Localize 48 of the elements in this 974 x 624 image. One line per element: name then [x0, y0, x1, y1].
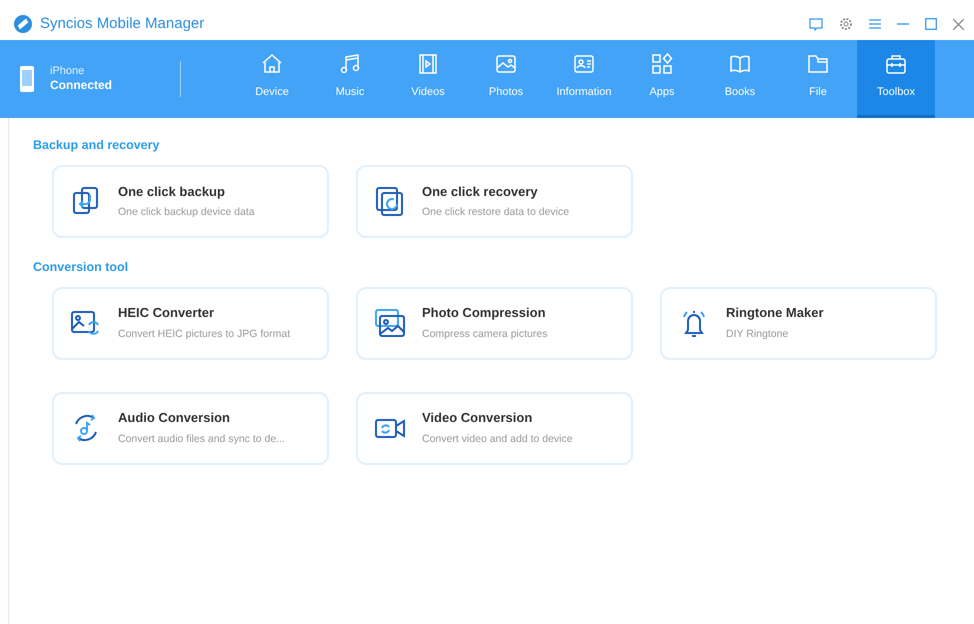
tool-description: Convert HEIC pictures to JPG format — [118, 326, 290, 342]
music-note-icon — [338, 52, 362, 76]
tool-card[interactable]: Photo Compression Compress camera pictures — [356, 286, 633, 360]
nav-tab[interactable]: Apps — [623, 40, 701, 118]
app-logo-icon — [14, 15, 32, 33]
tool-title: Video Conversion — [422, 409, 534, 428]
menu-icon[interactable] — [869, 19, 881, 29]
tool-card[interactable]: One click backup One click backup device data — [52, 164, 329, 238]
nav-tab[interactable]: Information — [545, 40, 623, 118]
window-title: Syncios Mobile Manager — [40, 14, 204, 34]
tool-description: Compress camera pictures — [422, 326, 548, 342]
tool-card[interactable]: Video Conversion Convert video and add to device — [356, 392, 633, 464]
tool-title: Ringtone Maker — [726, 304, 824, 322]
tool-description: Convert audio files and sync to de... — [118, 432, 285, 447]
nav-tab[interactable]: File — [779, 40, 857, 118]
maximize-icon[interactable] — [925, 18, 937, 30]
nav-tab[interactable]: Toolbox — [857, 40, 935, 118]
section-heading: Conversion tool — [33, 258, 130, 276]
nav-tab[interactable]: Music — [311, 40, 389, 118]
device-status: Connected — [50, 78, 112, 94]
tool-description: One click backup device data — [118, 205, 255, 220]
phone-icon — [20, 66, 34, 92]
tool-description: DIY Ringtone — [726, 326, 790, 342]
nav-tab[interactable]: Photos — [467, 40, 545, 118]
tool-title: HEIC Converter — [118, 304, 216, 322]
tool-description: Convert video and add to device — [422, 432, 573, 447]
tool-title: Audio Conversion — [118, 409, 231, 428]
tool-title: Photo Compression — [422, 304, 547, 322]
home-icon — [260, 52, 284, 76]
nav-tab[interactable]: Books — [701, 40, 779, 118]
tool-card[interactable]: HEIC Converter Convert HEIC pictures to JPG format — [52, 286, 329, 360]
tool-title: One click recovery — [422, 182, 539, 201]
tool-card[interactable]: Ringtone Maker DIY Ringtone — [660, 286, 937, 360]
tool-card[interactable]: Audio Conversion Convert audio files and sync to de... — [52, 392, 329, 464]
nav-tab[interactable]: Videos — [389, 40, 467, 118]
nav-tab[interactable]: Device — [233, 40, 311, 118]
section-heading: Backup and recovery — [33, 137, 160, 154]
feedback-icon[interactable] — [809, 18, 823, 30]
restore-icon — [374, 185, 406, 218]
tool-title: One click backup — [118, 182, 226, 201]
apps-grid-icon — [650, 52, 674, 76]
photo-stack-icon — [374, 307, 406, 339]
settings-icon[interactable] — [839, 17, 853, 31]
device-name: iPhone — [50, 64, 86, 78]
minimize-icon[interactable] — [897, 23, 909, 25]
close-icon[interactable] — [953, 18, 964, 30]
tool-description: One click restore data to device — [422, 205, 570, 220]
tool-card[interactable]: One click recovery One click restore data to device — [356, 164, 633, 238]
